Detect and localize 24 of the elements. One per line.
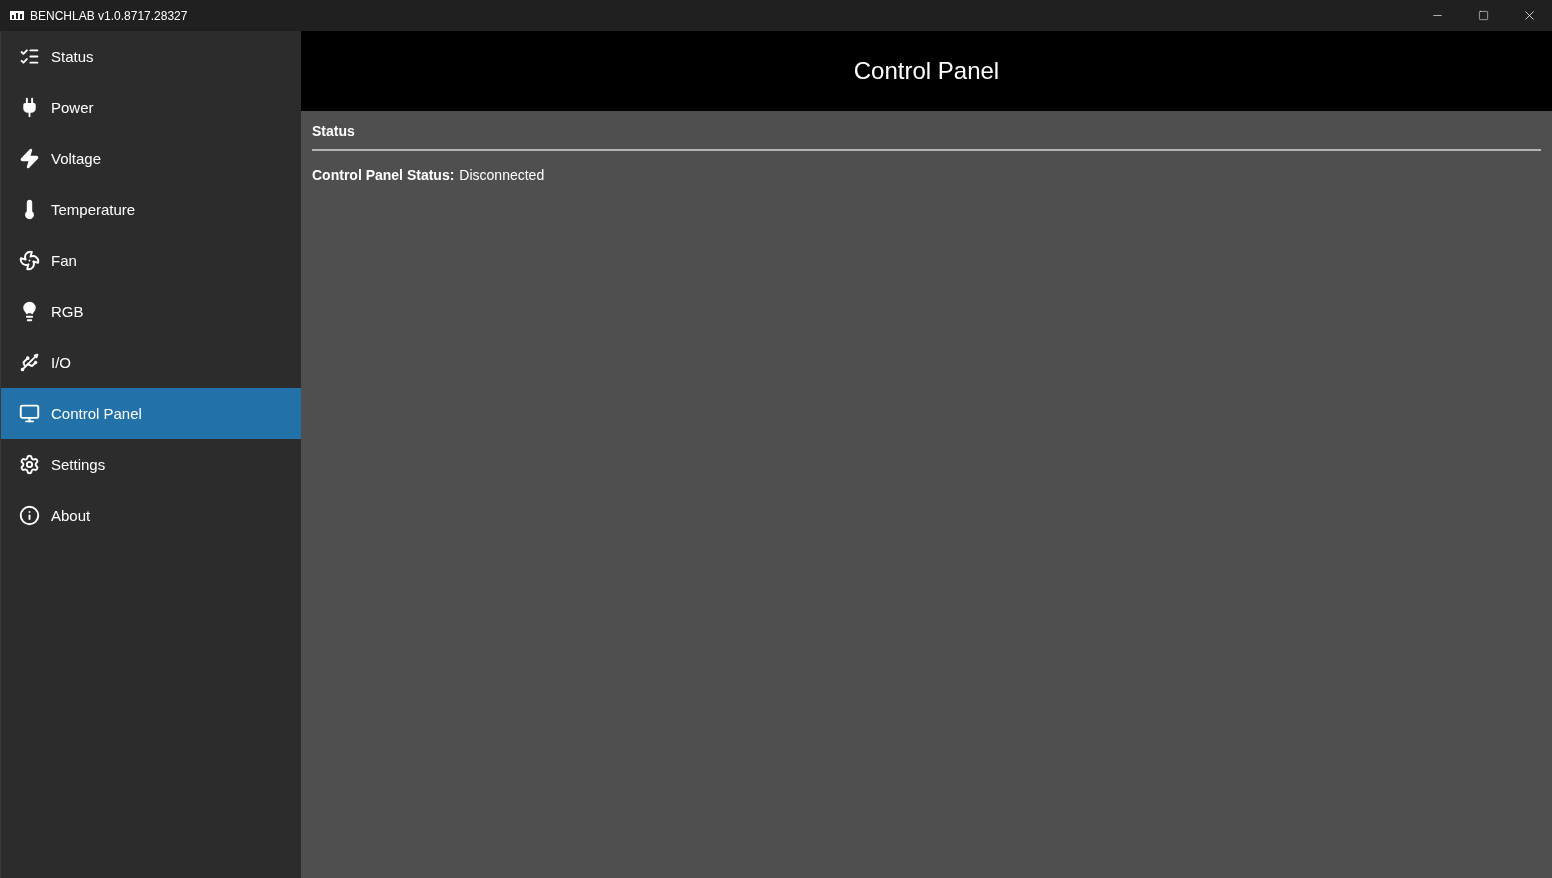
maximize-icon <box>1477 10 1489 21</box>
info-icon <box>19 505 40 526</box>
sidebar-item[interactable]: Temperature <box>1 184 301 235</box>
page-header: Control Panel <box>301 31 1552 111</box>
settings-icon <box>19 454 40 475</box>
field-label: Control Panel Status: <box>312 167 455 183</box>
window-title: BENCHLAB v1.0.8717.28327 <box>30 8 189 23</box>
field-value: Disconnected <box>459 167 545 183</box>
fan-icon <box>19 250 40 271</box>
usb-icon <box>19 352 40 373</box>
checklist-icon <box>19 46 40 67</box>
monitor-icon <box>19 403 40 424</box>
app-logo-icon <box>10 11 24 20</box>
sidebar-item[interactable]: Fan <box>1 235 301 286</box>
sidebar-item[interactable]: Power <box>1 82 301 133</box>
sidebar-item[interactable]: RGB <box>1 286 301 337</box>
section-title: Status <box>312 123 1541 151</box>
lightning-icon <box>19 148 40 169</box>
sidebar-item[interactable]: Settings <box>1 439 301 490</box>
sidebar-item[interactable]: Control Panel <box>1 388 301 439</box>
sidebar-item[interactable]: About <box>1 490 301 541</box>
sidebar-item[interactable]: Status <box>1 31 301 82</box>
sidebar-item[interactable]: I/O <box>1 337 301 388</box>
sidebar-item[interactable]: Voltage <box>1 133 301 184</box>
